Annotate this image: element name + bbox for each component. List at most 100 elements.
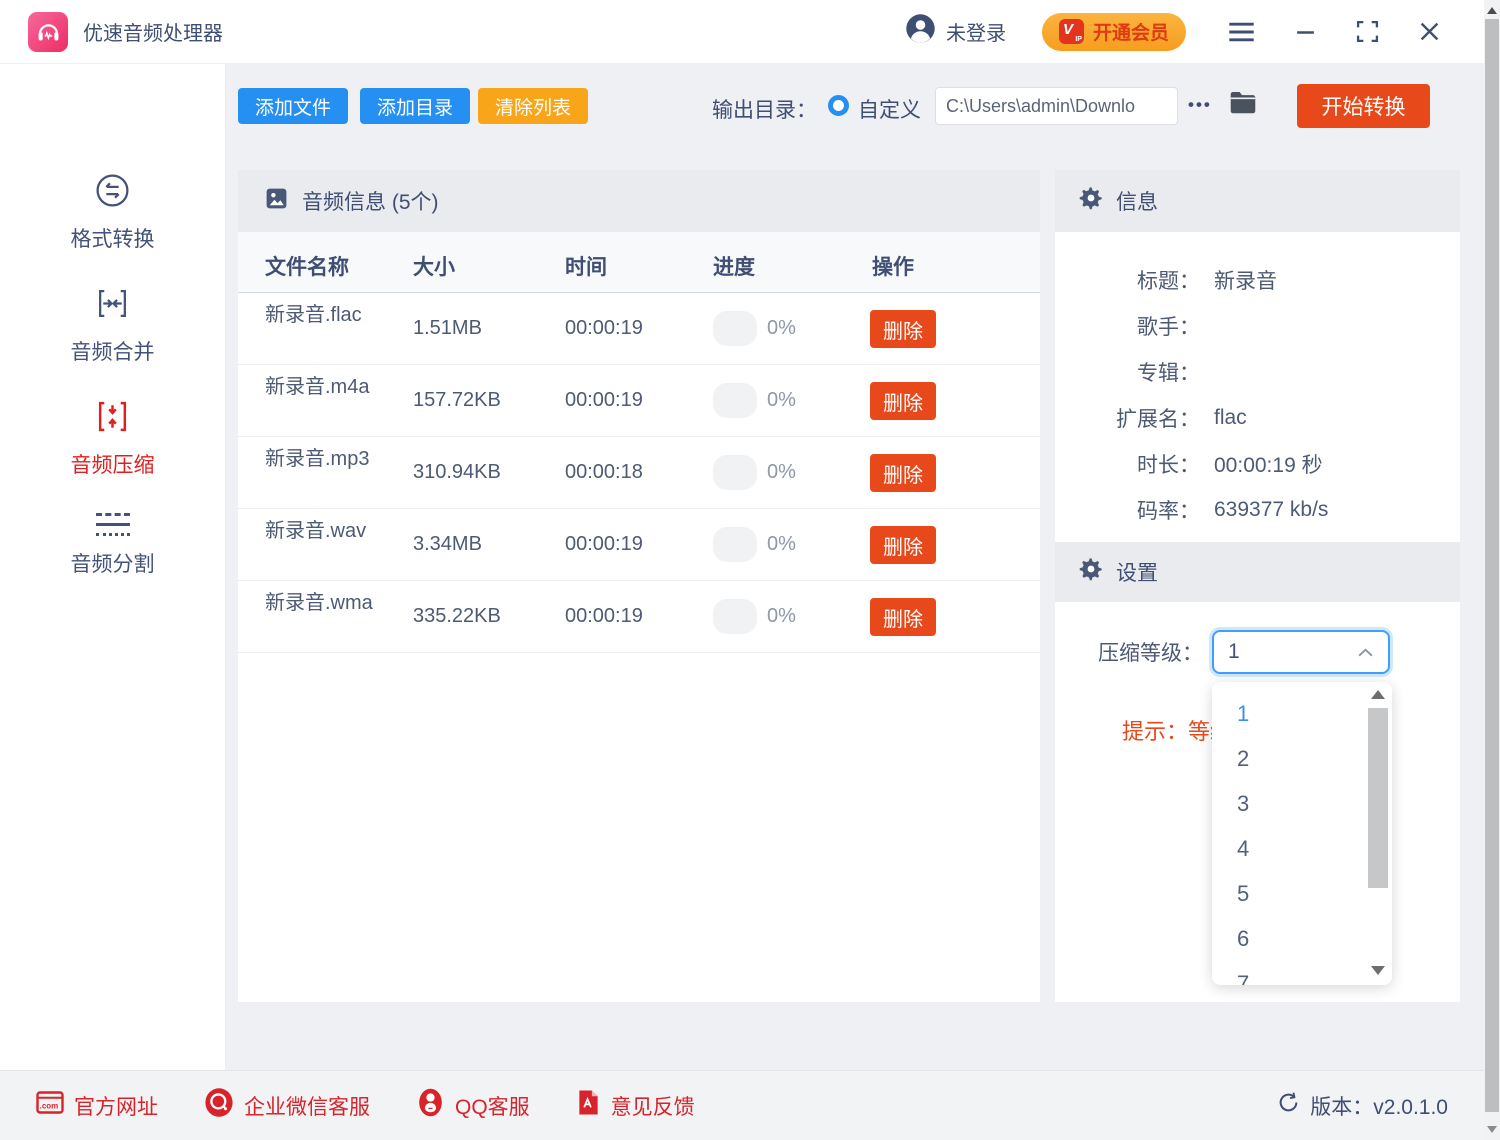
user-avatar-icon [905,13,936,50]
column-header-progress: 进度 [713,251,755,281]
delete-button[interactable]: 删除 [870,310,936,348]
progress-percent: 0% [767,317,796,340]
sidebar-item-audio-merge[interactable]: 音频合并 [0,285,225,366]
file-duration: 00:00:18 [565,461,643,484]
delete-button[interactable]: 删除 [870,454,936,492]
column-header-action: 操作 [872,251,914,281]
file-duration: 00:00:19 [565,389,643,412]
file-name: 新录音.m4a [265,372,379,403]
sidebar-item-audio-compress[interactable]: 音频压缩 [0,398,225,479]
app-logo-icon [28,12,68,52]
add-file-button[interactable]: 添加文件 [238,88,348,124]
gear-icon [1079,186,1103,216]
feedback-doc-icon [576,1089,601,1122]
maximize-button[interactable] [1356,20,1379,43]
wechat-icon [204,1087,234,1124]
dropdown-option[interactable]: 4 [1212,826,1392,871]
table-header: 文件名称 大小 时间 进度 操作 [238,232,1040,293]
delete-button[interactable]: 删除 [870,382,936,420]
audio-info-icon [264,186,289,217]
info-field-extension: 扩展名： flac [1055,395,1460,441]
dropdown-scrollbar[interactable] [1367,682,1389,985]
scrollbar-thumb[interactable] [1485,19,1499,1112]
file-name: 新录音.wav [265,516,379,547]
scrollbar-thumb[interactable] [1368,708,1388,888]
scroll-down-arrow[interactable] [1371,966,1385,975]
scroll-down-arrow[interactable] [1487,1126,1497,1133]
sidebar: 格式转换 音频合并 音频压缩 音频分割 [0,64,226,1070]
settings-panel-title: 设置 [1116,557,1158,587]
dropdown-option[interactable]: 3 [1212,781,1392,826]
delete-button[interactable]: 删除 [870,526,936,564]
scroll-up-arrow[interactable] [1371,690,1385,699]
table-row[interactable]: 新录音.wma 335.22KB 00:00:19 0% 删除 [238,581,1040,653]
audio-file-panel: 音频信息 (5个) 文件名称 大小 时间 进度 操作 新录音.flac 1.51… [238,170,1040,1002]
file-duration: 00:00:19 [565,317,643,340]
dropdown-option[interactable]: 6 [1212,916,1392,961]
open-folder-icon[interactable] [1228,89,1258,119]
scroll-up-arrow[interactable] [1487,7,1497,14]
progress-percent: 0% [767,533,796,556]
close-button[interactable] [1419,21,1440,42]
settings-panel-header: 设置 [1055,542,1460,602]
sidebar-item-audio-split[interactable]: 音频分割 [0,511,225,578]
dropdown-option[interactable]: 7 [1212,961,1392,985]
dropdown-option[interactable]: 2 [1212,736,1392,781]
file-size: 157.72KB [413,389,501,412]
official-site-link[interactable]: .com 官方网址 [36,1090,158,1121]
minimize-button[interactable] [1295,21,1316,42]
vip-icon: V IP [1059,19,1084,44]
user-account[interactable]: 未登录 [905,13,1006,50]
browse-more-button[interactable]: ••• [1188,95,1212,115]
file-name: 新录音.flac [265,300,379,331]
output-path-input[interactable] [935,87,1178,125]
version-info: 版本：v2.0.1.0 [1277,1091,1448,1121]
dropdown-option[interactable]: 5 [1212,871,1392,916]
progress-percent: 0% [767,461,796,484]
app-brand: 优速音频处理器 [28,12,223,52]
file-duration: 00:00:19 [565,533,643,556]
start-convert-button[interactable]: 开始转换 [1297,84,1430,128]
audio-split-icon [96,511,130,539]
delete-button[interactable]: 删除 [870,598,936,636]
sidebar-item-label: 音频合并 [71,336,155,366]
add-dir-button[interactable]: 添加目录 [360,88,470,124]
table-row[interactable]: 新录音.m4a 157.72KB 00:00:19 0% 删除 [238,365,1040,437]
refresh-icon[interactable] [1277,1091,1300,1120]
progress-pill [713,599,757,634]
app-window: 优速音频处理器 未登录 V IP 开通会员 [0,0,1500,1140]
file-name: 新录音.wma [265,588,379,619]
wechat-support-link[interactable]: 企业微信客服 [204,1087,370,1124]
window-scrollbar[interactable] [1484,0,1500,1140]
table-row[interactable]: 新录音.wav 3.34MB 00:00:19 0% 删除 [238,509,1040,581]
clear-list-button[interactable]: 清除列表 [478,88,588,124]
feedback-link[interactable]: 意见反馈 [576,1089,695,1122]
table-row[interactable]: 新录音.mp3 310.94KB 00:00:18 0% 删除 [238,437,1040,509]
compress-level-label: 压缩等级： [1055,637,1203,667]
compress-level-select[interactable]: 1 [1212,630,1390,674]
column-header-time: 时间 [565,251,607,281]
info-field-title: 标题： 新录音 [1055,257,1460,303]
info-fields: 标题： 新录音 歌手： 专辑： 扩展名： flac 时长： 00:00:19 秒… [1055,232,1460,533]
file-size: 1.51MB [413,317,482,340]
dropdown-option[interactable]: 1 [1212,691,1392,736]
login-status: 未登录 [946,17,1006,46]
custom-output-radio[interactable] [828,95,849,116]
compress-level-dropdown: 1 2 3 4 5 6 7 [1212,682,1392,985]
vip-button[interactable]: V IP 开通会员 [1042,13,1186,51]
info-field-bitrate: 码率： 639377 kb/s [1055,487,1460,533]
file-name: 新录音.mp3 [265,444,379,475]
custom-output-radio-label[interactable]: 自定义 [858,94,921,124]
table-row[interactable]: 新录音.flac 1.51MB 00:00:19 0% 删除 [238,293,1040,365]
titlebar-right: 未登录 V IP 开通会员 [905,13,1440,51]
compress-level-value: 1 [1228,640,1240,664]
qq-support-link[interactable]: QQ客服 [416,1087,530,1124]
menu-button[interactable] [1228,22,1255,42]
footer: .com 官方网址 企业微信客服 [0,1070,1484,1140]
progress-pill [713,527,757,562]
audio-merge-icon [94,285,131,327]
info-field-artist: 歌手： [1055,303,1460,349]
sidebar-item-format-convert[interactable]: 格式转换 [0,172,225,253]
website-icon: .com [36,1090,64,1121]
titlebar: 优速音频处理器 未登录 V IP 开通会员 [0,0,1484,64]
